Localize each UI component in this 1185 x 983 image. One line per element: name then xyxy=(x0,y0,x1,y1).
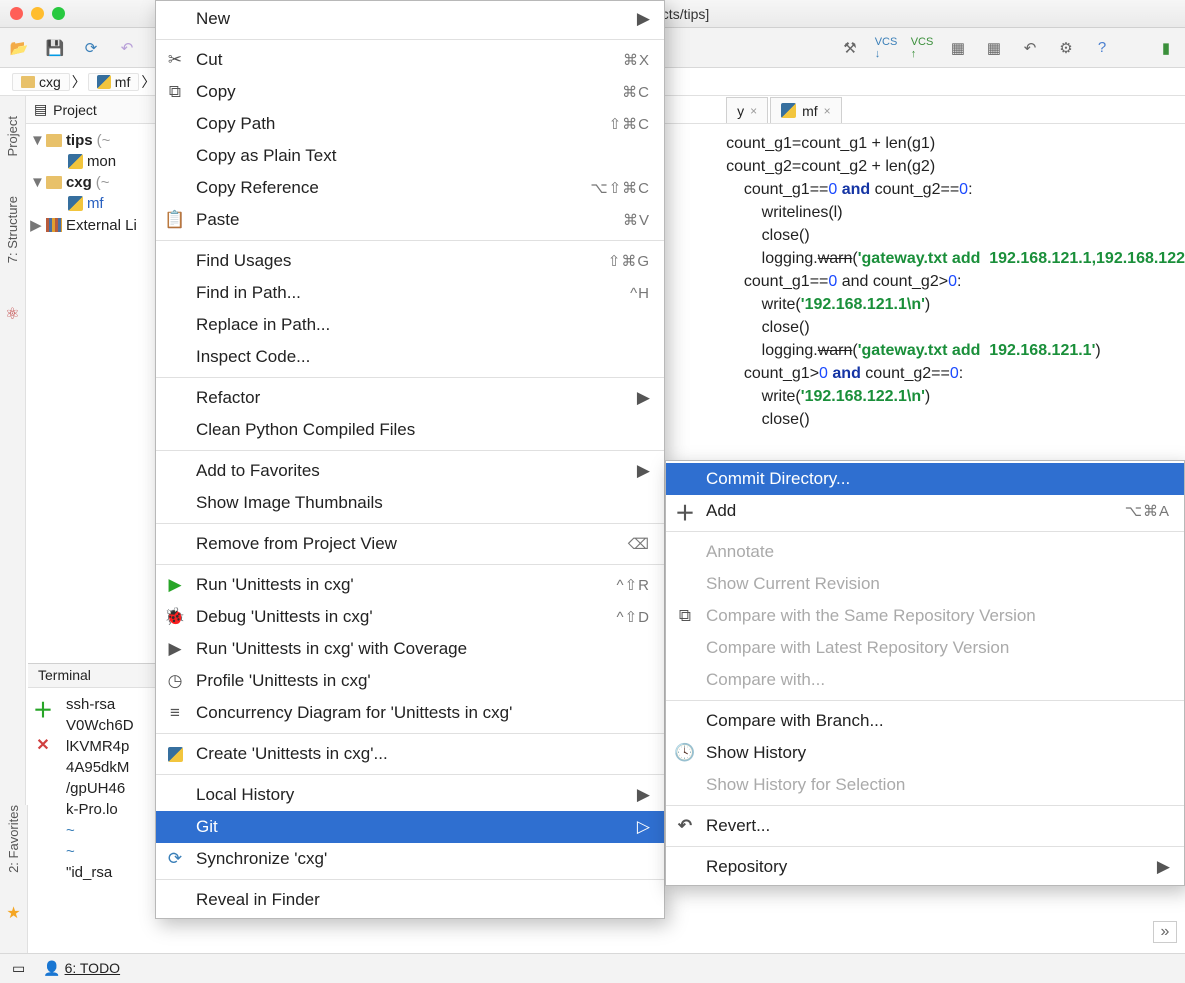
submenu-show-current-revision: Show Current Revision xyxy=(666,568,1184,600)
revert-icon: ↶ xyxy=(674,816,696,836)
help-icon[interactable]: ? xyxy=(1091,37,1113,59)
library-icon xyxy=(46,218,62,232)
sync-icon: ⟳ xyxy=(164,849,186,869)
breadcrumb-mf[interactable]: mf xyxy=(88,73,140,91)
close-terminal-icon[interactable]: ✕ xyxy=(36,735,49,755)
submenu-commit-directory[interactable]: Commit Directory... xyxy=(666,463,1184,495)
refresh-icon[interactable]: ⟳ xyxy=(80,37,102,59)
vcs-down-icon[interactable]: VCS↓ xyxy=(875,37,897,59)
menu-copy-reference[interactable]: Copy Reference⌥⇧⌘C xyxy=(156,172,664,204)
git-submenu: Commit Directory... ＋Add⌥⌘A Annotate Sho… xyxy=(665,460,1185,886)
menu-clean-compiled[interactable]: Clean Python Compiled Files xyxy=(156,414,664,446)
submenu-show-history-selection: Show History for Selection xyxy=(666,769,1184,801)
close-tab-icon[interactable]: × xyxy=(824,104,831,118)
star-icon: ★ xyxy=(6,903,20,923)
menu-replace-in-path[interactable]: Replace in Path... xyxy=(156,309,664,341)
status-bar: ▭ 👤 6: TODO xyxy=(0,953,1185,983)
menu-profile[interactable]: ◷Profile 'Unittests in cxg' xyxy=(156,665,664,697)
scissors-icon: ✂ xyxy=(164,50,186,70)
play-icon: ▶ xyxy=(164,575,186,595)
python-icon xyxy=(68,154,83,169)
profile-icon: ◷ xyxy=(164,671,186,691)
menu-copy-path[interactable]: Copy Path⇧⌘C xyxy=(156,108,664,140)
back-icon[interactable]: ↶ xyxy=(1019,37,1041,59)
diagram-icon: ≡ xyxy=(164,703,186,723)
chevron-right-icon[interactable]: » xyxy=(1153,921,1177,943)
menu-refactor[interactable]: Refactor▶ xyxy=(156,382,664,414)
menu-run[interactable]: ▶Run 'Unittests in cxg'^⇧R xyxy=(156,569,664,601)
structure-toolwindow-tab[interactable]: 7: Structure xyxy=(5,196,20,263)
submenu-annotate: Annotate xyxy=(666,536,1184,568)
python-icon xyxy=(781,103,796,118)
menu-debug[interactable]: 🐞Debug 'Unittests in cxg'^⇧D xyxy=(156,601,664,633)
menu-new[interactable]: New▶ xyxy=(156,3,664,35)
structure-icon: ⚛ xyxy=(5,304,19,324)
editor-tab[interactable]: y× xyxy=(726,97,768,123)
hammer-icon[interactable]: ⚒ xyxy=(839,37,861,59)
menu-reveal-finder[interactable]: Reveal in Finder xyxy=(156,884,664,916)
python-icon xyxy=(164,747,186,762)
vcs-up-icon[interactable]: VCS↑ xyxy=(911,37,933,59)
toolbar-icon[interactable]: ▦ xyxy=(947,37,969,59)
menu-copy[interactable]: ⧉Copy⌘C xyxy=(156,76,664,108)
menu-find-usages[interactable]: Find Usages⇧⌘G xyxy=(156,245,664,277)
submenu-compare-latest: Compare with Latest Repository Version xyxy=(666,632,1184,664)
clipboard-icon: 📋 xyxy=(164,210,186,230)
toolbar-icon[interactable]: ▦ xyxy=(983,37,1005,59)
menu-create-unittests[interactable]: Create 'Unittests in cxg'... xyxy=(156,738,664,770)
coverage-icon: ▶ xyxy=(164,639,186,659)
todo-toolwindow-button[interactable]: 👤 6: TODO xyxy=(43,960,120,977)
menu-copy-plain[interactable]: Copy as Plain Text xyxy=(156,140,664,172)
python-icon xyxy=(68,196,83,211)
settings-icon[interactable]: ⚙ xyxy=(1055,37,1077,59)
save-icon[interactable]: 💾 xyxy=(44,37,66,59)
menu-run-coverage[interactable]: ▶Run 'Unittests in cxg' with Coverage xyxy=(156,633,664,665)
folder-icon xyxy=(46,134,62,147)
breadcrumb-cxg[interactable]: cxg xyxy=(12,73,70,91)
compare-icon: ⧉ xyxy=(674,606,696,626)
editor-tab[interactable]: mf× xyxy=(770,97,842,123)
favorites-toolwindow-tab[interactable]: 2: Favorites xyxy=(6,805,21,873)
submenu-compare-same: ⧉Compare with the Same Repository Versio… xyxy=(666,600,1184,632)
submenu-repository[interactable]: Repository▶ xyxy=(666,851,1184,883)
plus-icon: ＋ xyxy=(674,497,696,526)
menu-show-thumbnails[interactable]: Show Image Thumbnails xyxy=(156,487,664,519)
folder-icon xyxy=(46,176,62,189)
menu-cut[interactable]: ✂Cut⌘X xyxy=(156,44,664,76)
chip-icon[interactable]: ▮ xyxy=(1155,37,1177,59)
menu-remove-from-project[interactable]: Remove from Project View⌫ xyxy=(156,528,664,560)
add-terminal-icon[interactable]: ＋ xyxy=(33,694,53,723)
close-tab-icon[interactable]: × xyxy=(750,104,757,118)
status-icon: ▭ xyxy=(12,960,25,977)
submenu-show-history[interactable]: 🕓Show History xyxy=(666,737,1184,769)
menu-paste[interactable]: 📋Paste⌘V xyxy=(156,204,664,236)
submenu-compare-branch[interactable]: Compare with Branch... xyxy=(666,705,1184,737)
submenu-compare-with: Compare with... xyxy=(666,664,1184,696)
history-icon: 🕓 xyxy=(674,743,696,763)
open-icon[interactable]: 📂 xyxy=(8,37,30,59)
folder-icon xyxy=(21,76,35,88)
context-menu: New▶ ✂Cut⌘X ⧉Copy⌘C Copy Path⇧⌘C Copy as… xyxy=(155,0,665,919)
submenu-revert[interactable]: ↶Revert... xyxy=(666,810,1184,842)
menu-add-favorites[interactable]: Add to Favorites▶ xyxy=(156,455,664,487)
project-toolwindow-tab[interactable]: Project xyxy=(5,116,20,156)
bug-icon: 🐞 xyxy=(164,607,186,627)
menu-find-in-path[interactable]: Find in Path...^H xyxy=(156,277,664,309)
menu-git[interactable]: Git▷ xyxy=(156,811,664,843)
menu-inspect-code[interactable]: Inspect Code... xyxy=(156,341,664,373)
menu-concurrency-diagram[interactable]: ≡Concurrency Diagram for 'Unittests in c… xyxy=(156,697,664,729)
copy-icon: ⧉ xyxy=(164,82,186,102)
submenu-add[interactable]: ＋Add⌥⌘A xyxy=(666,495,1184,527)
menu-local-history[interactable]: Local History▶ xyxy=(156,779,664,811)
undo-icon[interactable]: ↶ xyxy=(116,37,138,59)
python-icon xyxy=(97,75,111,89)
menu-synchronize[interactable]: ⟳Synchronize 'cxg' xyxy=(156,843,664,875)
